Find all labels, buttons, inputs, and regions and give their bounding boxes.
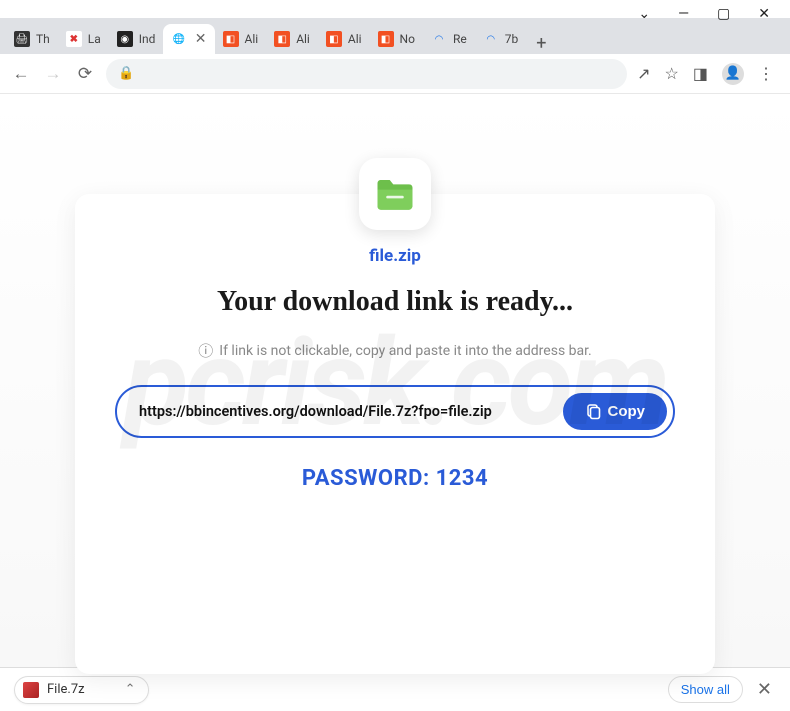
hint-row: ⓘ If link is not clickable, copy and pas… <box>115 340 675 361</box>
profile-icon[interactable]: 👤 <box>722 63 744 85</box>
chevron-up-icon[interactable]: ⌃ <box>125 682 136 697</box>
browser-toolbar: ← → ⟳ 🔒 ↗ ☆ ◨ 👤 ⋮ <box>0 54 790 94</box>
back-button[interactable]: ← <box>10 64 32 84</box>
archive-icon <box>23 682 39 698</box>
loading-icon: ◠ <box>483 31 499 47</box>
tab-1[interactable]: ✖La <box>58 24 109 54</box>
close-icon[interactable]: ✕ <box>195 31 207 47</box>
ali-icon: ◧ <box>223 31 239 47</box>
ali-icon: ◧ <box>326 31 342 47</box>
tab-0[interactable]: 🖨Th <box>6 24 58 54</box>
ali-icon: ◧ <box>274 31 290 47</box>
globe-icon: 🌐 <box>171 31 187 47</box>
copy-label: Copy <box>608 403 646 420</box>
tab-3-active[interactable]: 🌐✕ <box>163 24 215 54</box>
window-minimize-icon[interactable]: — <box>678 6 689 22</box>
lock-icon: 🔒 <box>118 66 134 81</box>
printer-icon: 🖨 <box>14 31 30 47</box>
forward-button[interactable]: → <box>42 64 64 84</box>
window-maximize-icon[interactable]: ▢ <box>717 6 730 22</box>
loading-icon: ◠ <box>431 31 447 47</box>
ready-heading: Your download link is ready... <box>115 286 675 318</box>
reload-button[interactable]: ⟳ <box>74 64 96 84</box>
file-name: file.zip <box>115 246 675 266</box>
show-all-button[interactable]: Show all <box>668 676 743 703</box>
window-dropdown-icon[interactable]: ⌄ <box>638 6 650 22</box>
address-bar[interactable]: 🔒 <box>106 59 627 89</box>
tab-4[interactable]: ◧Ali <box>215 24 267 54</box>
copy-icon <box>585 404 601 420</box>
window-controls: ⌄ — ▢ ✕ <box>0 0 790 18</box>
folder-icon <box>359 158 431 230</box>
tab-7[interactable]: ◧No <box>370 24 423 54</box>
download-card: file.zip Your download link is ready... … <box>75 194 715 674</box>
hint-text: If link is not clickable, copy and paste… <box>219 343 591 359</box>
copy-button[interactable]: Copy <box>563 393 668 430</box>
tab-8[interactable]: ◠Re <box>423 24 475 54</box>
download-url[interactable]: https://bbincentives.org/download/File.7… <box>139 403 563 420</box>
tab-strip: 🖨Th ✖La ◉Ind 🌐✕ ◧Ali ◧Ali ◧Ali ◧No ◠Re ◠… <box>0 18 790 54</box>
reel-icon: ◉ <box>117 31 133 47</box>
window-close-icon[interactable]: ✕ <box>758 6 770 22</box>
tab-2[interactable]: ◉Ind <box>109 24 163 54</box>
new-tab-button[interactable]: + <box>526 33 556 54</box>
link-row: https://bbincentives.org/download/File.7… <box>115 385 675 438</box>
password-label: PASSWORD: 1234 <box>115 466 675 491</box>
page-content: pcrisk.com file.zip Your download link i… <box>0 94 790 674</box>
download-item[interactable]: File.7z ⌃ <box>14 676 149 704</box>
close-icon[interactable]: ✕ <box>753 679 776 700</box>
ali-icon: ◧ <box>378 31 394 47</box>
tab-6[interactable]: ◧Ali <box>318 24 370 54</box>
x-icon: ✖ <box>66 31 82 47</box>
tab-5[interactable]: ◧Ali <box>266 24 318 54</box>
download-filename: File.7z <box>47 682 85 697</box>
info-icon: ⓘ <box>198 340 213 361</box>
bookmark-icon[interactable]: ☆ <box>665 64 679 83</box>
share-icon[interactable]: ↗ <box>637 64 650 83</box>
sidepanel-icon[interactable]: ◨ <box>693 64 708 83</box>
menu-icon[interactable]: ⋮ <box>758 64 774 83</box>
tab-9[interactable]: ◠7b <box>475 24 526 54</box>
